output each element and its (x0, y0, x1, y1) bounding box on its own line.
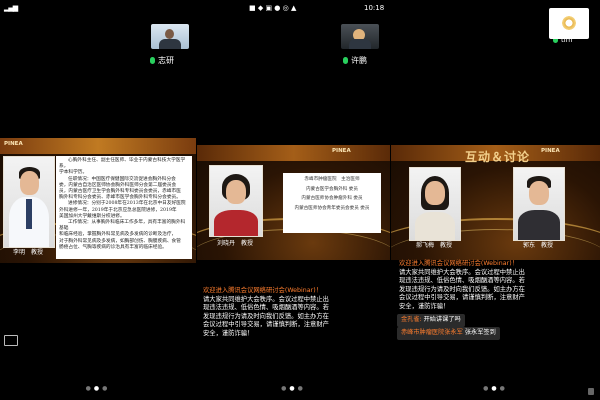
speaker-caption: 郝飞梅 教授 (415, 242, 452, 249)
chat-message: 赤峰市肿瘤医院张永军 张永军签到 (397, 327, 500, 340)
participant-video-thumbnail[interactable] (341, 24, 379, 49)
speaker-portrait (409, 167, 461, 241)
shared-slide: PINEA 李明 教授 心胸外科主任、副主任医师、毕业于内蒙古科技大学医学系， … (0, 138, 196, 263)
page-indicator: ●●● (281, 385, 306, 392)
slide-title: 互动＆讨论 (465, 150, 531, 164)
slide-logo: PINEA (4, 141, 23, 147)
chat-message: 金孔雀: 开始讲课了吗 (397, 314, 465, 327)
participant-avatar-tile[interactable] (549, 8, 589, 39)
speaker-portrait (3, 156, 55, 248)
flower-avatar-icon (561, 15, 577, 31)
status-bar-icons: ■ ◆ ▣ ● ◎ ▲ (249, 4, 297, 12)
slide-logo: PINEA (541, 148, 560, 154)
page-indicator: ●●● (85, 385, 111, 392)
mic-icon (343, 57, 348, 64)
speaker-portrait (209, 165, 263, 237)
speaker-portrait (513, 167, 565, 241)
speaker-caption: 刘晓丹 教授 (216, 240, 253, 247)
speaker-credentials: 赤峰市肿瘤医院 主治医师 内蒙古医学会胸外科 委员 内蒙古医师协会肿瘤外科 委员… (283, 173, 381, 233)
page-indicator: ●●● (483, 385, 508, 392)
chat-welcome-message: 欢迎进入腾讯会议网络研讨会(Webinar)！ 请大家共同维护大会秩序。会议过程… (203, 287, 329, 337)
status-bar: ▂▄▆ (4, 3, 18, 14)
signal-icon: ▂▄▆ (4, 4, 18, 12)
meeting-panel-1: ▂▄▆ 志研 PINEA 李明 教授 心胸外科主任、副主任医师、毕业于内蒙古科技… (0, 0, 196, 400)
meeting-panel-3: tim PINEA 互动＆讨论 郝飞梅 教授 郭东 教授 欢迎进入腾讯会议网络研… (391, 0, 600, 400)
shared-slide: PINEA 刘晓丹 教授 赤峰市肿瘤医院 主治医师 内蒙古医学会胸外科 委员 内… (197, 145, 390, 260)
picture-in-picture-icon[interactable] (4, 335, 18, 346)
status-time: 10:18 (364, 4, 385, 12)
speaker-bio: 心胸外科主任、副主任医师、毕业于内蒙古科技大学医学系， 学本科学历。 任职情况：… (56, 156, 192, 259)
speaker-caption: 李明 教授 (12, 249, 43, 256)
speaker-caption: 郭东 教授 (522, 242, 553, 249)
participant-video-thumbnail[interactable] (151, 24, 189, 49)
participant-name: 志研 (150, 55, 174, 66)
chat-welcome-message: 欢迎进入腾讯会议网络研讨会(Webinar)！ 请大家共同维护大会秩序。会议过程… (399, 260, 525, 310)
lock-icon[interactable] (588, 388, 594, 395)
slide-logo: PINEA (332, 148, 351, 154)
participant-name: 许鹏 (343, 55, 367, 66)
shared-slide: PINEA 互动＆讨论 郝飞梅 教授 郭东 教授 (391, 145, 600, 260)
mic-icon (150, 57, 155, 64)
